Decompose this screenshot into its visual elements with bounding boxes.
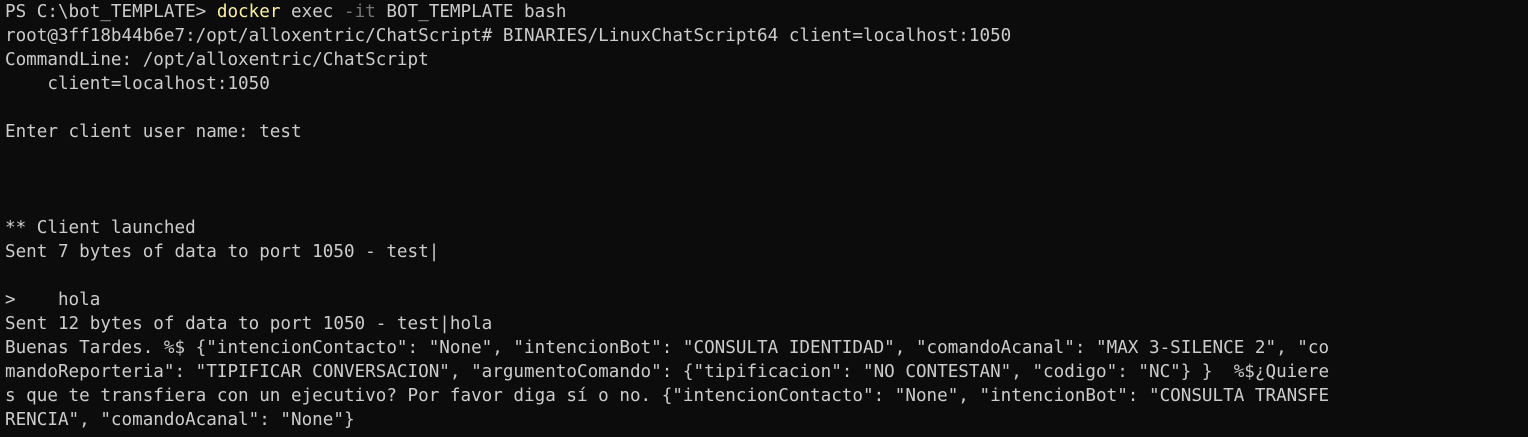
output-line: s que te transfiera con un ejecutivo? Po… bbox=[5, 386, 1330, 406]
output-line: Enter client user name: test bbox=[5, 122, 302, 142]
output-line: root@3ff18b44b6e7:/opt/alloxentric/ChatS… bbox=[5, 26, 1012, 46]
output-line: Buenas Tardes. %$ {"intencionContacto": … bbox=[5, 338, 1330, 358]
terminal-window[interactable]: PS C:\bot_TEMPLATE> docker exec -it BOT_… bbox=[0, 0, 1528, 437]
output-line: ** Client launched bbox=[5, 218, 196, 238]
command-arg: exec bbox=[280, 2, 344, 22]
command-flag: -it bbox=[343, 2, 376, 22]
powershell-prompt-line: PS C:\bot_TEMPLATE> docker exec -it BOT_… bbox=[5, 0, 1528, 24]
command-name: docker bbox=[216, 2, 281, 22]
output-line: mandoReporteria": "TIPIFICAR CONVERSACIO… bbox=[5, 362, 1330, 382]
output-line: Sent 12 bytes of data to port 1050 - tes… bbox=[5, 314, 493, 334]
output-line: client=localhost:1050 bbox=[5, 74, 270, 94]
prompt-text: PS C:\bot_TEMPLATE> bbox=[5, 2, 217, 22]
output-line: > hola bbox=[5, 290, 101, 310]
command-rest: BOT_TEMPLATE bash bbox=[375, 2, 567, 22]
output-line: RENCIA", "comandoAcanal": "None"} bbox=[5, 410, 355, 430]
output-line: CommandLine: /opt/alloxentric/ChatScript bbox=[5, 50, 429, 70]
output-line: Sent 7 bytes of data to port 1050 - test… bbox=[5, 242, 440, 262]
